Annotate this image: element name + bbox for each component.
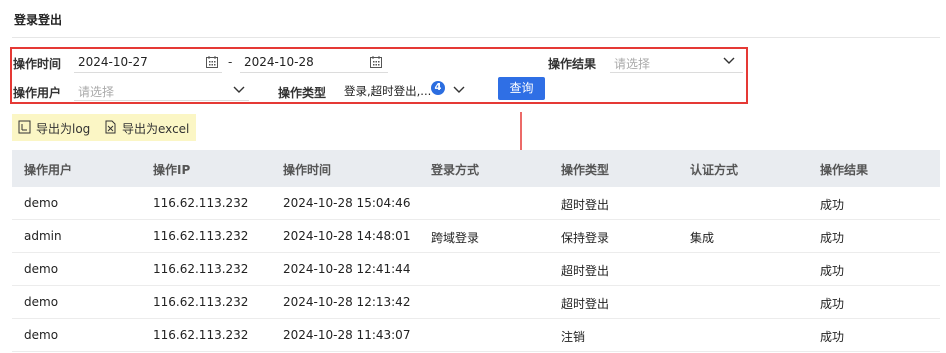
cell-op-type: 保持登录 [561, 231, 610, 245]
op-type-value: 登录,超时登出,... [344, 84, 432, 98]
chevron-down-icon [453, 86, 465, 93]
calendar-icon[interactable] [205, 55, 219, 69]
op-time-label: 操作时间 [13, 57, 62, 71]
column-header[interactable]: 操作结果 [820, 161, 868, 178]
op-result-select[interactable]: 请选择 [610, 51, 743, 73]
cell-time: 2024-10-28 14:48:01 [283, 229, 411, 243]
column-header[interactable]: 操作时间 [283, 161, 331, 178]
cell-user: demo [24, 262, 59, 276]
date-start-value: 2024-10-27 [78, 55, 148, 69]
export-log-button[interactable]: 导出为log [18, 119, 96, 137]
op-result-placeholder: 请选择 [614, 57, 651, 71]
table-row[interactable]: demo 116.62.113.232 2024-10-28 15:04:46 … [12, 187, 940, 220]
column-header[interactable]: 登录方式 [431, 161, 479, 178]
cell-result: 成功 [820, 330, 845, 344]
calendar-icon[interactable] [369, 55, 383, 69]
table-row[interactable]: admin 116.62.113.232 2024-10-28 14:48:01… [12, 220, 940, 253]
cell-ip: 116.62.113.232 [153, 262, 249, 276]
chevron-down-icon [723, 57, 735, 64]
cell-user: demo [24, 196, 59, 210]
cell-time: 2024-10-28 11:43:07 [283, 328, 411, 342]
cell-ip: 116.62.113.232 [153, 295, 249, 309]
op-user-label: 操作用户 [13, 86, 62, 100]
cell-ip: 116.62.113.232 [153, 328, 249, 342]
cell-time: 2024-10-28 12:13:42 [283, 295, 411, 309]
cell-time: 2024-10-28 12:41:44 [283, 262, 411, 276]
cell-ip: 116.62.113.232 [153, 229, 249, 243]
op-type-count-badge: 4 [431, 81, 445, 95]
date-end-value: 2024-10-28 [244, 55, 314, 69]
cell-result: 成功 [820, 231, 845, 245]
export-toolbar: 导出为log 导出为excel [12, 114, 196, 141]
table-row[interactable]: demo 116.62.113.232 2024-10-28 11:43:07 … [12, 319, 940, 352]
date-range-separator: - [228, 55, 233, 69]
cell-login-method: 跨域登录 [431, 231, 480, 245]
query-button[interactable]: 查询 [498, 77, 545, 100]
table-row[interactable]: demo 116.62.113.232 2024-10-28 12:13:42 … [12, 286, 940, 319]
date-start-field[interactable]: 2024-10-27 [74, 51, 222, 73]
export-log-label: 导出为log [36, 122, 91, 136]
cell-user: admin [24, 229, 62, 243]
cell-op-type: 注销 [561, 330, 586, 344]
chevron-down-icon [233, 86, 245, 93]
op-user-placeholder: 请选择 [78, 85, 115, 99]
column-header[interactable]: 操作用户 [24, 161, 72, 178]
cell-user: demo [24, 295, 59, 309]
cell-op-type: 超时登出 [561, 297, 610, 311]
date-end-field[interactable]: 2024-10-28 [240, 51, 388, 73]
cell-user: demo [24, 328, 59, 342]
log-file-icon [18, 120, 31, 134]
table-header: 操作用户 操作IP 操作时间 登录方式 操作类型 认证方式 操作结果 [12, 150, 940, 187]
title-divider [12, 37, 940, 38]
export-excel-label: 导出为excel [122, 122, 190, 136]
cell-op-type: 超时登出 [561, 264, 610, 278]
cell-auth-method: 集成 [690, 231, 715, 245]
cell-time: 2024-10-28 15:04:46 [283, 196, 411, 210]
column-header[interactable]: 操作IP [153, 161, 190, 178]
cell-op-type: 超时登出 [561, 198, 610, 212]
op-type-label: 操作类型 [278, 86, 327, 100]
cell-ip: 116.62.113.232 [153, 196, 249, 210]
cell-result: 成功 [820, 297, 845, 311]
column-header[interactable]: 操作类型 [561, 161, 609, 178]
cell-result: 成功 [820, 264, 845, 278]
cell-result: 成功 [820, 198, 845, 212]
op-type-select[interactable]: 登录,超时登出,... [340, 79, 470, 101]
export-excel-button[interactable]: 导出为excel [104, 119, 192, 137]
table-row[interactable]: demo 116.62.113.232 2024-10-28 12:41:44 … [12, 253, 940, 286]
column-header[interactable]: 认证方式 [690, 161, 738, 178]
op-result-label: 操作结果 [548, 57, 597, 71]
op-user-select[interactable]: 请选择 [74, 79, 249, 101]
excel-file-icon [105, 120, 116, 134]
page-title: 登录登出 [14, 13, 63, 27]
